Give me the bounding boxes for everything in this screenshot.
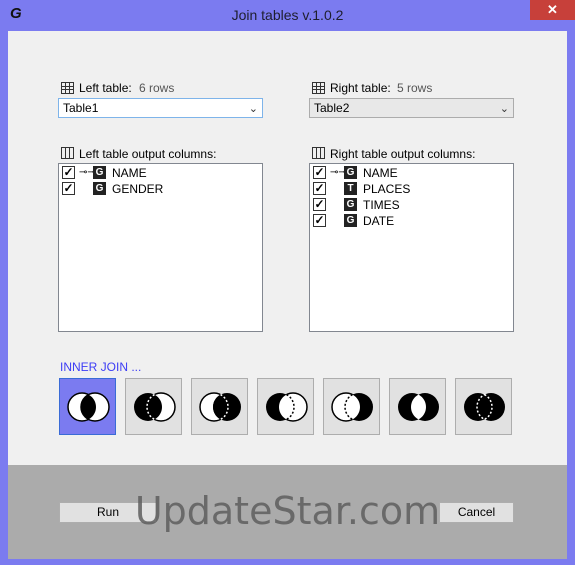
type-t-icon: T xyxy=(344,182,357,195)
right-columns-list[interactable]: ✓ ⊸⊸ G NAME ✓ T PLACES ✓ G TIMES ✓ G DAT… xyxy=(309,163,514,332)
join-tables-window: G Join tables v.1.0.2 ✕ Left table: 6 ro… xyxy=(0,0,575,565)
type-g-icon: G xyxy=(344,214,357,227)
left-columns-label: Left table output columns: xyxy=(79,147,217,161)
type-g-icon: G xyxy=(344,198,357,211)
key-icon: ⊸⊸ xyxy=(330,167,347,178)
column-name: TIMES xyxy=(363,198,400,212)
column-checkbox[interactable]: ✓ xyxy=(62,166,75,179)
list-item[interactable]: ✓ T PLACES xyxy=(313,181,503,197)
left-join-icon xyxy=(134,392,176,422)
join-left-button[interactable] xyxy=(125,378,182,435)
right-join-icon xyxy=(199,392,241,422)
join-right-button[interactable] xyxy=(191,378,248,435)
close-button[interactable]: ✕ xyxy=(530,0,575,20)
chevron-down-icon: ⌄ xyxy=(499,103,509,115)
join-left-only-button[interactable] xyxy=(257,378,314,435)
window-title: Join tables v.1.0.2 xyxy=(231,7,344,23)
table-icon xyxy=(61,82,74,94)
column-checkbox[interactable]: ✓ xyxy=(313,198,326,211)
right-table-rows: 5 rows xyxy=(397,81,433,95)
right-columns-label: Right table output columns: xyxy=(330,147,476,161)
left-columns-list[interactable]: ✓ ⊸⊸ G NAME ✓ G GENDER xyxy=(58,163,263,332)
type-g-icon: G xyxy=(344,166,357,179)
column-name: GENDER xyxy=(112,182,164,196)
columns-icon xyxy=(61,147,74,159)
list-item[interactable]: ✓ G DATE xyxy=(313,213,503,229)
join-type-title: INNER JOIN ... xyxy=(60,360,142,374)
column-name: DATE xyxy=(363,214,395,228)
table-icon xyxy=(312,82,325,94)
column-checkbox[interactable]: ✓ xyxy=(313,182,326,195)
right-only-icon xyxy=(331,392,373,422)
column-checkbox[interactable]: ✓ xyxy=(62,182,75,195)
left-table-select[interactable]: Table1 ⌄ xyxy=(58,98,263,118)
list-item[interactable]: ✓ G GENDER xyxy=(62,181,252,197)
full-outer-join-icon xyxy=(398,393,439,421)
join-inner-button[interactable] xyxy=(59,378,116,435)
right-table-select[interactable]: Table2 ⌄ xyxy=(309,98,514,118)
column-name: NAME xyxy=(112,166,147,180)
left-table-label: Left table: xyxy=(79,81,132,95)
dialog-client-area: Left table: 6 rows Table1 ⌄ Right table:… xyxy=(8,31,567,559)
column-name: NAME xyxy=(363,166,398,180)
list-item[interactable]: ✓ ⊸⊸ G NAME xyxy=(62,165,252,181)
key-icon: ⊸⊸ xyxy=(79,167,96,178)
list-item[interactable]: ✓ ⊸⊸ G NAME xyxy=(313,165,503,181)
chevron-down-icon: ⌄ xyxy=(248,103,258,115)
type-g-icon: G xyxy=(93,182,106,195)
title-bar[interactable]: G Join tables v.1.0.2 ✕ xyxy=(0,0,575,30)
join-full-outer-button[interactable] xyxy=(389,378,446,435)
inner-join-icon xyxy=(67,392,110,422)
type-g-icon: G xyxy=(93,166,106,179)
right-table-selected-value: Table2 xyxy=(314,101,350,115)
column-checkbox[interactable]: ✓ xyxy=(313,214,326,227)
left-only-icon xyxy=(266,392,308,422)
join-right-only-button[interactable] xyxy=(323,378,380,435)
column-checkbox[interactable]: ✓ xyxy=(313,166,326,179)
left-table-rows: 6 rows xyxy=(139,81,175,95)
left-table-selected-value: Table1 xyxy=(63,101,99,115)
column-name: PLACES xyxy=(363,182,411,196)
watermark: UpdateStar.com xyxy=(134,489,441,533)
columns-icon xyxy=(312,147,325,159)
list-item[interactable]: ✓ G TIMES xyxy=(313,197,503,213)
full-join-icon xyxy=(464,393,505,421)
right-table-label: Right table: xyxy=(330,81,391,95)
join-full-button[interactable] xyxy=(455,378,512,435)
